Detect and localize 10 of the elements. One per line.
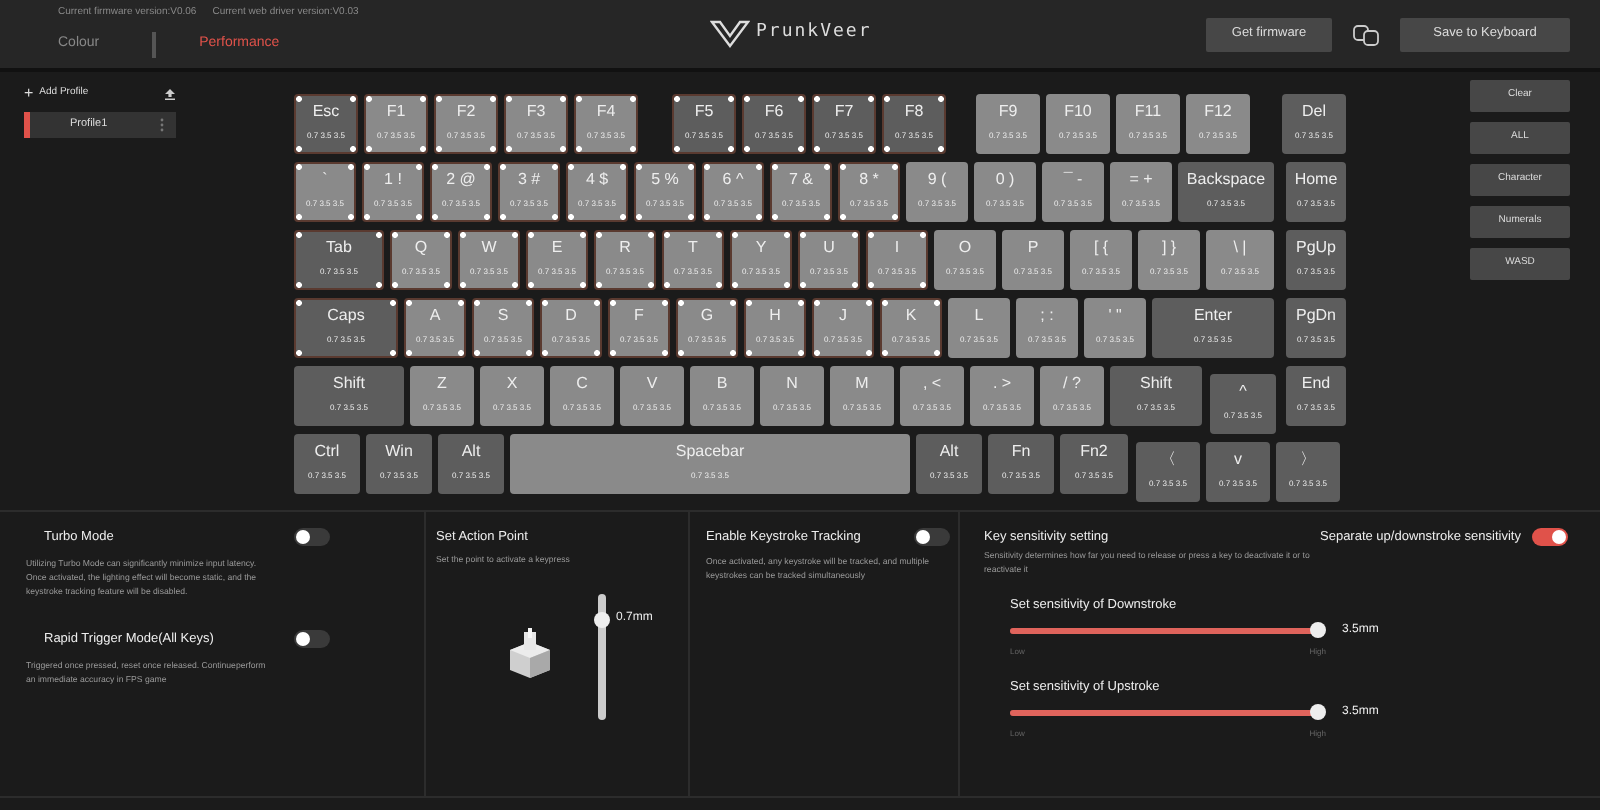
- toggle-switch[interactable]: [914, 528, 950, 546]
- upload-icon[interactable]: [164, 88, 176, 100]
- toggle-switch[interactable]: [294, 528, 330, 546]
- toggle-switch[interactable]: [1532, 528, 1569, 546]
- slider-thumb[interactable]: [1310, 704, 1326, 720]
- slider-thumb[interactable]: [1310, 622, 1326, 638]
- toggle-switch[interactable]: [294, 630, 330, 648]
- logo-text: PrunkVeer: [756, 20, 872, 47]
- language-icon[interactable]: [1352, 23, 1380, 45]
- logo-icon: [710, 20, 750, 48]
